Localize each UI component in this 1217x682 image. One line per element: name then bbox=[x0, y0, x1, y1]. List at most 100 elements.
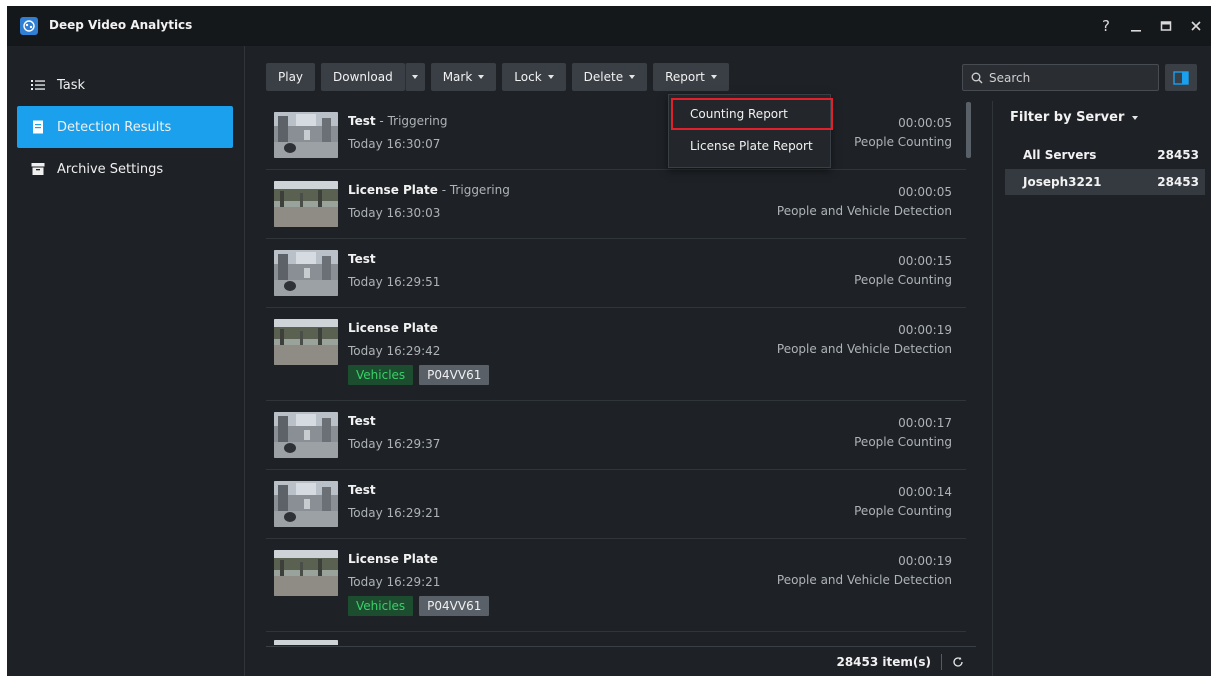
result-row[interactable]: Test Today 16:29:37 00:00:17 People Countin… bbox=[266, 401, 966, 470]
item-count: 28453 item(s) bbox=[836, 654, 931, 669]
menu-item-counting-report[interactable]: Counting Report bbox=[671, 98, 833, 130]
report-label: Report bbox=[665, 70, 705, 84]
sidebar-item-label: Task bbox=[57, 77, 86, 93]
delete-button[interactable]: Delete bbox=[571, 63, 648, 91]
result-task-type: People Counting bbox=[854, 273, 952, 287]
task-name: Test bbox=[348, 114, 376, 128]
result-row[interactable]: License Plate - Triggering Today 16:30:03… bbox=[266, 170, 966, 239]
result-time: Today 16:29:21 bbox=[348, 575, 441, 589]
side-panel-icon bbox=[1173, 70, 1189, 85]
sidebar-item-archive-settings[interactable]: Archive Settings bbox=[17, 148, 233, 190]
result-title: License Plate bbox=[348, 552, 438, 566]
title-bar: Deep Video Analytics ? bbox=[7, 6, 1211, 46]
plate-number-tag: P04VV61 bbox=[419, 596, 490, 616]
task-state: - Triggering bbox=[437, 183, 510, 197]
minimize-button[interactable] bbox=[1121, 6, 1151, 46]
download-button[interactable]: Download bbox=[321, 63, 405, 91]
video-thumbnail[interactable] bbox=[274, 412, 338, 458]
result-row[interactable]: License Plate Today 16:29:21 00:00:19 Peopl… bbox=[266, 539, 966, 632]
chevron-down-icon bbox=[710, 75, 717, 79]
result-row[interactable]: Test Today 16:29:21 00:00:14 People Countin… bbox=[266, 470, 966, 539]
filter-by-server-dropdown[interactable]: Filter by Server bbox=[1010, 110, 1139, 125]
result-time: Today 16:30:07 bbox=[348, 137, 441, 151]
panel-toggle-button[interactable] bbox=[1165, 64, 1197, 91]
video-thumbnail[interactable] bbox=[274, 319, 338, 365]
result-task-type: People and Vehicle Detection bbox=[776, 342, 952, 356]
task-name: Test bbox=[348, 483, 376, 497]
app-logo-icon bbox=[20, 17, 38, 35]
lock-button[interactable]: Lock bbox=[502, 63, 566, 91]
result-duration: 00:00:19 bbox=[898, 323, 952, 337]
server-name: Joseph3221 bbox=[1023, 175, 1102, 189]
app-title: Deep Video Analytics bbox=[49, 18, 193, 32]
menu-item-license-plate-report[interactable]: License Plate Report bbox=[669, 132, 830, 160]
result-duration: 00:00:05 bbox=[898, 116, 952, 130]
sidebar-item-detection-results[interactable]: Detection Results bbox=[17, 106, 233, 148]
video-thumbnail[interactable] bbox=[274, 481, 338, 527]
task-name: License Plate bbox=[348, 552, 438, 566]
result-row[interactable]: Test Today 16:29:51 00:00:15 People Countin… bbox=[266, 239, 966, 308]
chevron-down-icon bbox=[547, 75, 554, 79]
mark-label: Mark bbox=[442, 70, 473, 84]
result-task-type: People Counting bbox=[854, 135, 952, 149]
result-time: Today 16:29:21 bbox=[348, 506, 441, 520]
close-button[interactable] bbox=[1181, 6, 1211, 46]
result-duration: 00:00:05 bbox=[898, 185, 952, 199]
app-window: Deep Video Analytics ? Task Detection Re… bbox=[7, 6, 1211, 676]
video-thumbnail[interactable] bbox=[274, 181, 338, 227]
result-task-type: People Counting bbox=[854, 504, 952, 518]
server-item-all[interactable]: All Servers 28453 bbox=[1005, 142, 1205, 168]
result-task-type: People and Vehicle Detection bbox=[776, 204, 952, 218]
list-icon bbox=[31, 78, 45, 92]
result-time: Today 16:29:37 bbox=[348, 437, 441, 451]
chevron-down-icon bbox=[629, 75, 636, 79]
archive-icon bbox=[31, 162, 45, 176]
chevron-down-icon bbox=[1132, 115, 1139, 120]
plate-number-tag: P04VV61 bbox=[419, 365, 490, 385]
server-filter-panel: Filter by Server All Servers 28453 Josep… bbox=[992, 101, 1211, 676]
search-input[interactable] bbox=[989, 70, 1139, 85]
download-split-button: Download bbox=[321, 63, 425, 91]
result-duration: 00:00:15 bbox=[898, 254, 952, 268]
footer-divider bbox=[941, 653, 942, 670]
video-thumbnail[interactable] bbox=[274, 550, 338, 596]
delete-label: Delete bbox=[583, 70, 624, 84]
download-dropdown-toggle[interactable] bbox=[404, 63, 425, 91]
maximize-button[interactable] bbox=[1151, 6, 1181, 46]
result-title: License Plate bbox=[348, 321, 438, 335]
result-duration: 00:00:19 bbox=[898, 554, 952, 568]
chevron-down-icon bbox=[478, 75, 485, 79]
result-title: Test bbox=[348, 483, 376, 497]
scrollbar[interactable] bbox=[966, 102, 971, 158]
mark-button[interactable]: Mark bbox=[430, 63, 497, 91]
result-tags: Vehicles P04VV61 bbox=[348, 596, 495, 616]
result-row[interactable]: License Plate Today 16:29:42 00:00:19 Peopl… bbox=[266, 308, 966, 401]
window-controls: ? bbox=[1091, 6, 1211, 46]
result-row[interactable]: Test - Triggering Today 16:30:07 00:00:05 P… bbox=[266, 101, 966, 170]
report-dropdown-menu: Counting Report License Plate Report bbox=[668, 94, 833, 168]
task-state: - Triggering bbox=[375, 114, 448, 128]
server-item-joseph3221[interactable]: Joseph3221 28453 bbox=[1005, 169, 1205, 195]
sidebar-item-task[interactable]: Task bbox=[17, 64, 233, 106]
search-box bbox=[962, 64, 1159, 91]
server-count: 28453 bbox=[1157, 175, 1199, 189]
refresh-icon[interactable] bbox=[952, 656, 964, 668]
filter-heading: Filter by Server bbox=[1010, 110, 1125, 125]
minimize-icon bbox=[1131, 30, 1141, 32]
video-thumbnail[interactable] bbox=[274, 640, 338, 645]
video-thumbnail[interactable] bbox=[274, 112, 338, 158]
task-name: Test bbox=[348, 414, 376, 428]
play-button[interactable]: Play bbox=[266, 63, 316, 91]
list-footer: 28453 item(s) bbox=[266, 646, 976, 676]
toolbar: Play Download Mark Lock Delete Report bbox=[266, 63, 735, 91]
result-row[interactable] bbox=[266, 632, 966, 645]
sidebar-item-label: Archive Settings bbox=[57, 161, 164, 177]
object-type-tag: Vehicles bbox=[348, 596, 414, 616]
object-type-tag: Vehicles bbox=[348, 365, 414, 385]
report-button[interactable]: Report bbox=[653, 63, 729, 91]
help-button[interactable]: ? bbox=[1091, 6, 1121, 46]
result-title: Test bbox=[348, 414, 376, 428]
video-thumbnail[interactable] bbox=[274, 250, 338, 296]
server-name: All Servers bbox=[1023, 148, 1097, 162]
detection-results-list: Test - Triggering Today 16:30:07 00:00:05 P… bbox=[266, 101, 966, 645]
